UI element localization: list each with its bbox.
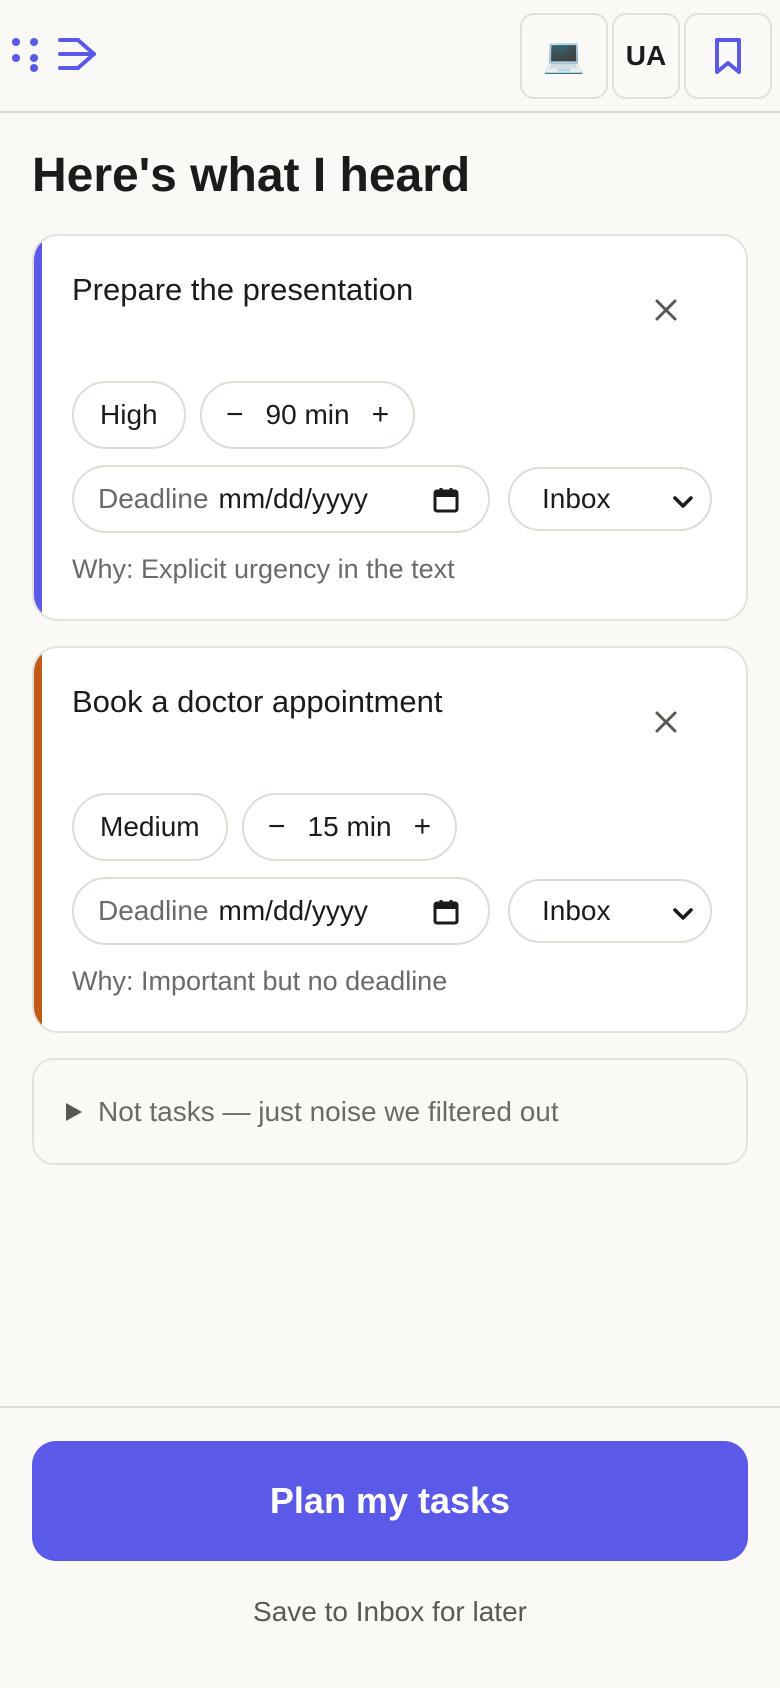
device-button[interactable]: 💻 [520, 13, 608, 99]
priority-accent-bar [34, 236, 42, 619]
language-label: UA [625, 40, 667, 71]
page-title: Here's what I heard [32, 149, 471, 202]
duration-stepper: − 90 min + [200, 381, 416, 449]
close-icon [655, 299, 677, 321]
duration-value: 90 min [265, 399, 350, 430]
bookmark-button[interactable] [684, 13, 772, 99]
increase-duration-button[interactable]: + [414, 810, 432, 844]
increase-duration-button[interactable]: + [372, 398, 390, 432]
language-button[interactable]: UA [612, 13, 680, 99]
list-select[interactable]: Inbox [508, 467, 712, 531]
deadline-field[interactable]: Deadline mm/dd/yyyy [72, 465, 490, 533]
task-title[interactable]: Prepare the presentation [72, 272, 413, 308]
save-to-inbox-link[interactable]: Save to Inbox for later [0, 1596, 780, 1628]
list-select[interactable]: Inbox [508, 879, 712, 943]
footer-actions: Plan my tasks Save to Inbox for later [0, 1406, 780, 1688]
remove-task-button[interactable] [646, 702, 686, 742]
filtered-noise-label: Not tasks — just noise we filtered out [98, 1095, 559, 1127]
decrease-duration-button[interactable]: − [226, 398, 244, 432]
priority-accent-bar [34, 648, 42, 1031]
deadline-field[interactable]: Deadline mm/dd/yyyy [72, 877, 490, 945]
priority-selector[interactable]: Medium [72, 793, 228, 861]
list-select-value: Inbox [542, 895, 611, 926]
duration-stepper: − 15 min + [242, 793, 458, 861]
calendar-icon[interactable] [432, 898, 460, 926]
filtered-noise-disclosure[interactable]: Not tasks — just noise we filtered out [32, 1058, 748, 1165]
chevron-down-icon [673, 496, 693, 508]
task-title[interactable]: Book a doctor appointment [72, 684, 443, 720]
deadline-input[interactable]: mm/dd/yyyy [219, 483, 368, 515]
deadline-label: Deadline [98, 895, 209, 926]
plan-tasks-button[interactable]: Plan my tasks [32, 1441, 748, 1561]
duration-value: 15 min [307, 811, 392, 842]
task-reason: Why: Important but no deadline [72, 966, 448, 996]
close-icon [655, 711, 677, 733]
calendar-icon[interactable] [432, 486, 460, 514]
disclosure-triangle-icon [66, 1102, 82, 1121]
remove-task-button[interactable] [646, 290, 686, 330]
chevron-down-icon [673, 908, 693, 920]
deadline-input[interactable]: mm/dd/yyyy [219, 895, 368, 927]
logo-dots-icon [12, 38, 38, 72]
list-select-value: Inbox [542, 483, 611, 514]
deadline-label: Deadline [98, 483, 209, 514]
laptop-icon: 💻 [542, 37, 586, 75]
priority-label: High [100, 399, 158, 430]
bookmark-icon [715, 38, 741, 74]
priority-label: Medium [100, 811, 200, 842]
task-card: Book a doctor appointment Medium − 15 mi… [32, 646, 748, 1033]
decrease-duration-button[interactable]: − [268, 810, 286, 844]
top-bar: 💻 UA [0, 0, 780, 113]
logo-arrow-icon [58, 38, 96, 70]
priority-selector[interactable]: High [72, 381, 186, 449]
task-reason: Why: Explicit urgency in the text [72, 554, 455, 584]
app-logo-icon[interactable] [10, 34, 100, 78]
task-card: Prepare the presentation High − 90 min +… [32, 234, 748, 621]
